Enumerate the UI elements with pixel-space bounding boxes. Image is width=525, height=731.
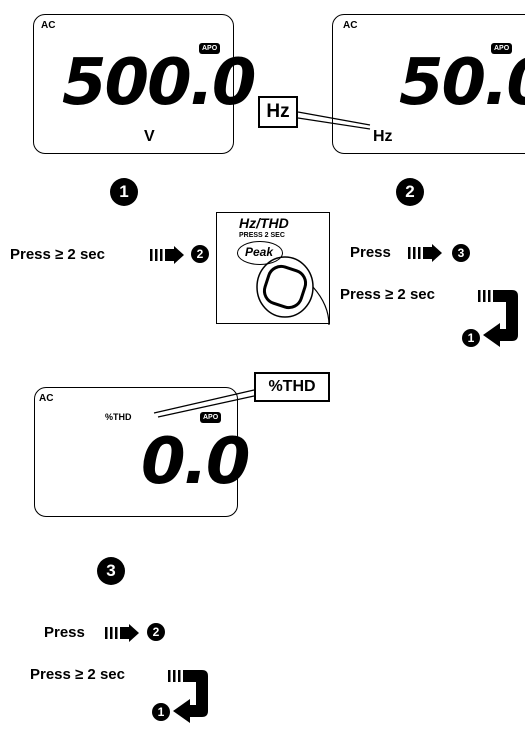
target-step-badge: 1 [152, 703, 170, 721]
hold-instruction-bottom: Press ≥ 2 sec [30, 666, 125, 683]
target-step-badge: 2 [147, 623, 165, 641]
arrow-right-icon [105, 624, 139, 642]
return-arrow-icon [168, 670, 208, 723]
step-3-badge: 3 [97, 557, 125, 585]
press-instruction-bottom: Press [44, 624, 85, 641]
thd-callout-leader [153, 389, 255, 418]
